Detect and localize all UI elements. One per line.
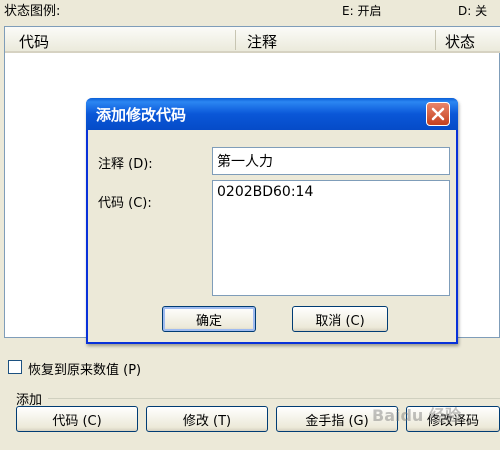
- column-code[interactable]: 代码: [19, 31, 49, 52]
- close-icon: [431, 107, 445, 121]
- code-field[interactable]: 0202BD60:14: [212, 180, 450, 296]
- add-code-button[interactable]: 代码 (C): [16, 406, 138, 432]
- close-button[interactable]: [426, 102, 450, 126]
- ok-button[interactable]: 确定: [162, 306, 256, 332]
- modify-button[interactable]: 修改 (T): [146, 406, 268, 432]
- comment-field[interactable]: 第一人力: [212, 147, 450, 175]
- comment-label: 注释 (D):: [98, 157, 153, 172]
- code-label: 代码 (C):: [98, 196, 152, 211]
- cancel-button[interactable]: 取消 (C): [292, 306, 388, 332]
- list-header: 代码 注释 状态: [5, 27, 500, 53]
- watermark: Baidu 经验: [372, 406, 461, 425]
- dialog-title: 添加修改代码: [96, 106, 187, 124]
- restore-checkbox[interactable]: [8, 360, 22, 374]
- column-comment[interactable]: 注释: [247, 31, 277, 52]
- legend-title: 状态图例:: [4, 4, 61, 19]
- column-divider[interactable]: [435, 30, 436, 50]
- column-divider[interactable]: [235, 30, 236, 50]
- restore-label: 恢复到原来数值 (P): [28, 363, 142, 378]
- legend-enabled: E: 开启: [342, 4, 382, 18]
- column-status[interactable]: 状态: [445, 31, 475, 52]
- legend-disabled: D: 关: [458, 4, 488, 18]
- group-divider: [48, 398, 500, 399]
